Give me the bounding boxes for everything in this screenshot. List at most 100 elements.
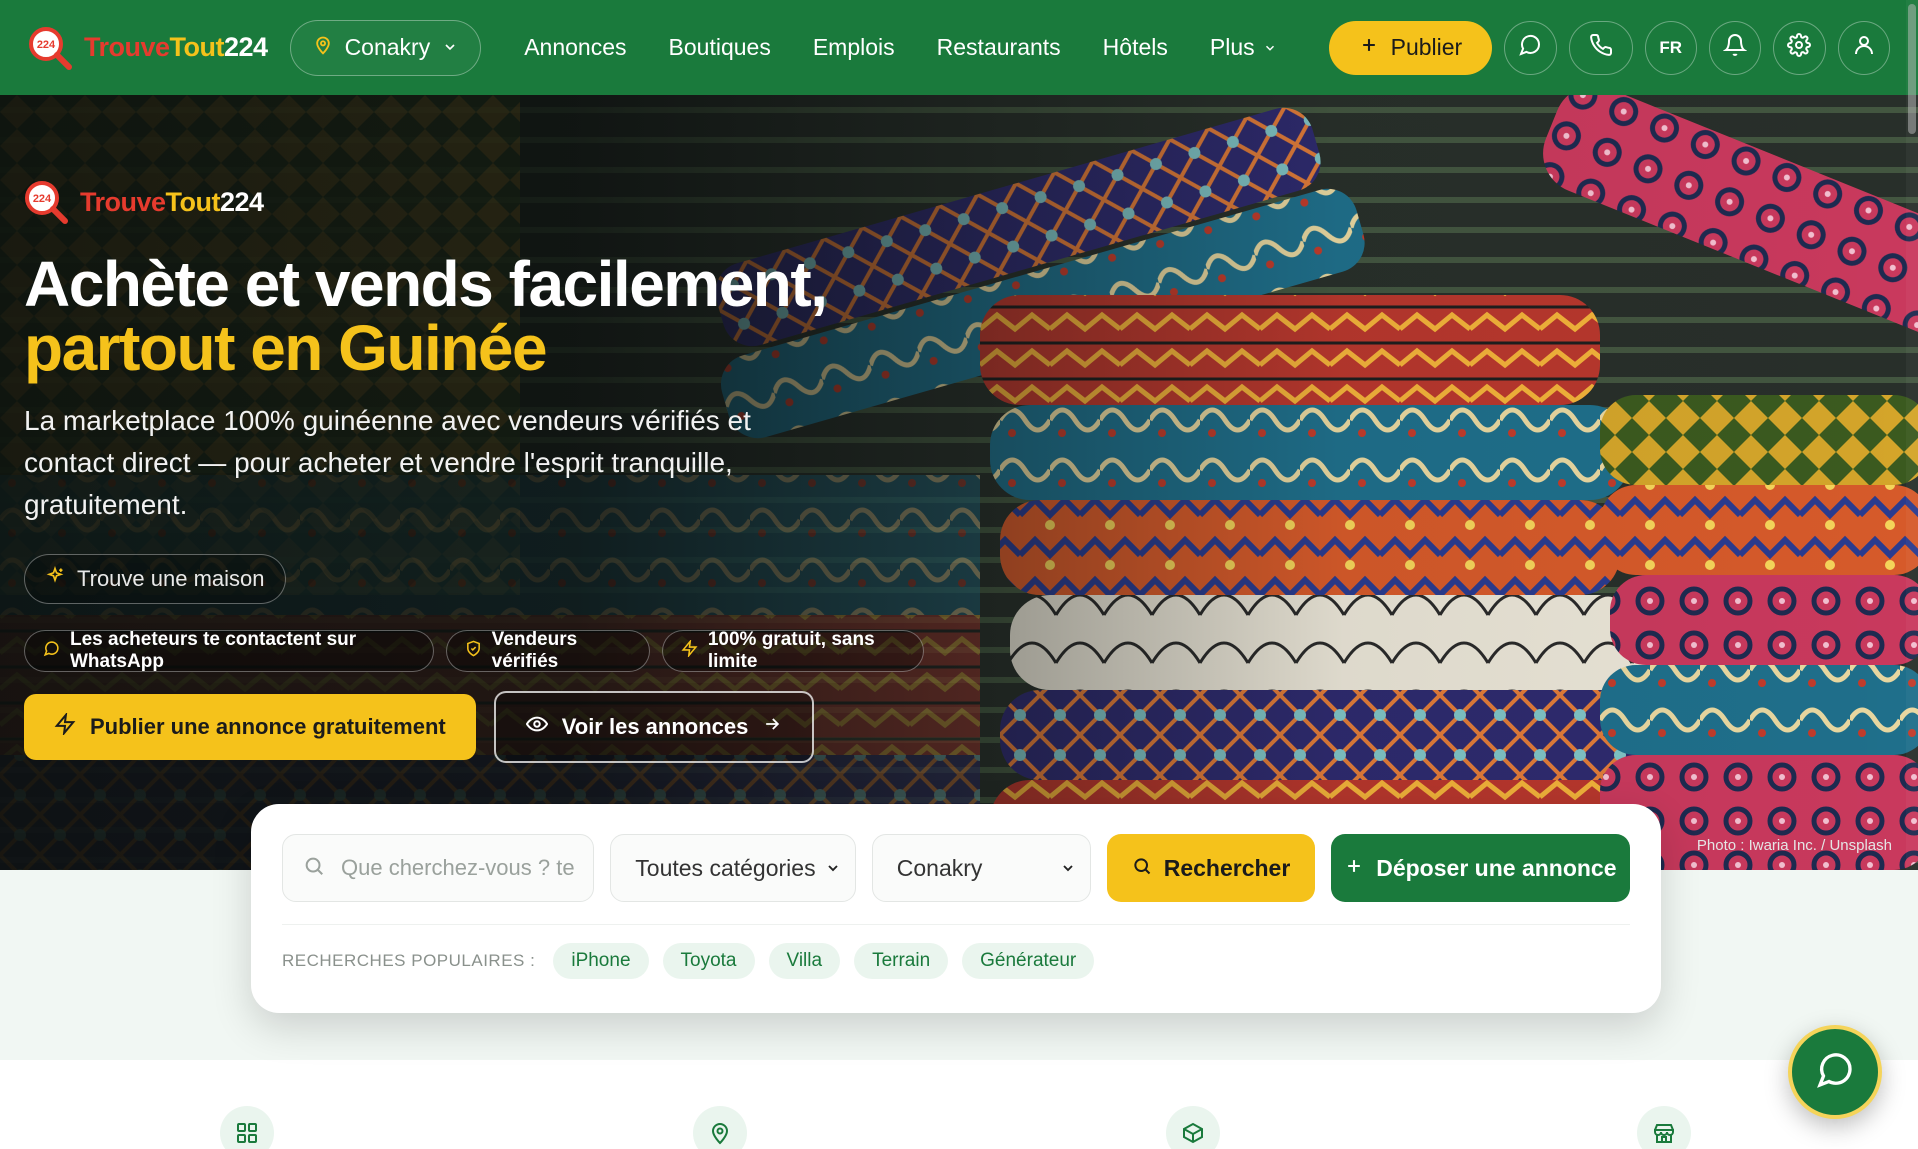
popular-chip-terrain[interactable]: Terrain — [854, 943, 949, 979]
city-select-value: Conakry — [896, 854, 983, 881]
search-row: Que cherchez-vous ? te Toutes catégories… — [282, 834, 1630, 902]
badge-free: 100% gratuit, sans limite — [661, 629, 925, 672]
city-selector[interactable]: Conakry — [289, 19, 482, 76]
account-button[interactable] — [1837, 20, 1891, 75]
search-card: Que cherchez-vous ? te Toutes catégories… — [251, 804, 1661, 1013]
hero-section: 224 TrouveTout224 Achète et vends facile… — [0, 95, 1918, 870]
nav-link-annonces[interactable]: Annonces — [524, 34, 626, 61]
scrollbar-thumb[interactable] — [1908, 4, 1916, 134]
hero-logo: 224 TrouveTout224 — [24, 180, 924, 224]
badge-verified-sellers: Vendeurs vérifiés — [445, 629, 650, 672]
city-selector-label: Conakry — [344, 34, 431, 60]
popular-chip-generateur[interactable]: Générateur — [962, 943, 1095, 979]
hero-content: 224 TrouveTout224 Achète et vends facile… — [24, 180, 925, 763]
badge-label: 100% gratuit, sans limite — [707, 629, 875, 672]
nav-link-boutiques[interactable]: Boutiques — [669, 34, 771, 61]
popular-chip-villa[interactable]: Villa — [768, 943, 841, 979]
nav-link-hotels[interactable]: Hôtels — [1103, 34, 1168, 61]
features-section — [0, 1060, 1918, 1149]
popular-chip-iphone[interactable]: iPhone — [553, 943, 649, 979]
search-icon — [303, 855, 325, 882]
publish-button[interactable]: Publier — [1328, 20, 1493, 75]
publish-free-ad-button[interactable]: Publier une annonce gratuitement — [24, 694, 476, 760]
popular-chip-toyota[interactable]: Toyota — [662, 943, 755, 979]
main-nav: Annonces Boutiques Emplois Restaurants H… — [524, 34, 1276, 61]
messages-button[interactable] — [1504, 20, 1557, 75]
hero-cta-row: Publier une annonce gratuitement Voir le… — [24, 691, 924, 763]
page-scrollbar[interactable] — [1906, 0, 1918, 1149]
store-icon — [1637, 1106, 1691, 1149]
chevron-down-icon — [1060, 855, 1076, 882]
user-icon — [1852, 33, 1876, 62]
chevron-down-icon — [442, 34, 458, 61]
badge-whatsapp: Les acheteurs te contactent sur WhatsApp — [24, 629, 434, 672]
publish-button-label: Publier — [1390, 34, 1463, 60]
chevron-down-icon — [825, 855, 841, 882]
typing-hint-text: Trouve une maison — [77, 566, 265, 591]
eye-icon — [525, 713, 548, 741]
top-navbar: 224 TrouveTout224 Conakry Annonces Bouti… — [0, 0, 1918, 95]
chat-bubble-icon — [1815, 1050, 1855, 1095]
publish-free-ad-label: Publier une annonce gratuitement — [90, 714, 446, 739]
package-icon — [1166, 1106, 1220, 1149]
map-pin-icon — [313, 34, 333, 61]
hero-headline-line2: partout en Guinée — [24, 312, 548, 384]
language-label: FR — [1659, 37, 1683, 57]
magnifier-logo-icon: 224 — [28, 26, 72, 70]
hero-headline-line1: Achète et vends facilement, — [24, 248, 828, 320]
plus-icon — [1359, 34, 1379, 61]
nav-more-label: Plus — [1209, 34, 1255, 60]
magnifier-logo-icon: 224 — [24, 180, 68, 224]
plus-icon — [1344, 855, 1364, 882]
bell-icon — [1722, 33, 1748, 62]
popular-searches: RECHERCHES POPULAIRES : iPhone Toyota Vi… — [282, 943, 1630, 979]
hero-typing-hint[interactable]: Trouve une maison — [24, 554, 286, 604]
chat-bubble-icon — [43, 640, 60, 663]
search-icon — [1132, 855, 1152, 882]
gear-icon — [1787, 33, 1812, 62]
photo-credit: Photo : Iwaria Inc. / Unsplash — [1696, 837, 1892, 854]
deposit-ad-label: Déposer une annonce — [1376, 854, 1617, 881]
badge-label: Vendeurs vérifiés — [491, 629, 578, 672]
hero-logo-wordmark: TrouveTout224 — [80, 186, 264, 217]
search-button[interactable]: Rechercher — [1107, 834, 1315, 902]
call-button[interactable] — [1568, 20, 1633, 75]
lightning-icon — [681, 638, 698, 663]
chevron-down-icon — [1263, 34, 1277, 61]
popular-searches-label: RECHERCHES POPULAIRES : — [282, 951, 536, 970]
svg-text:224: 224 — [33, 193, 52, 205]
city-select[interactable]: Conakry — [871, 834, 1092, 902]
category-select[interactable]: Toutes catégories — [610, 834, 856, 902]
search-placeholder: Que cherchez-vous ? te — [341, 855, 575, 880]
floating-chat-button[interactable] — [1788, 1025, 1882, 1119]
hero-badges: Les acheteurs te contactent sur WhatsApp… — [24, 629, 925, 672]
nav-link-more[interactable]: Plus — [1210, 34, 1277, 61]
logo-wordmark: TrouveTout224 — [84, 32, 268, 62]
search-button-label: Rechercher — [1163, 854, 1291, 881]
view-ads-button[interactable]: Voir les annonces — [493, 691, 815, 763]
nav-link-restaurants[interactable]: Restaurants — [937, 34, 1061, 61]
settings-button[interactable] — [1773, 20, 1826, 75]
search-divider — [282, 924, 1630, 925]
view-ads-label: Voir les annonces — [561, 714, 749, 739]
nav-link-emplois[interactable]: Emplois — [813, 34, 895, 61]
language-button[interactable]: FR — [1644, 20, 1697, 75]
hero-subtitle: La marketplace 100% guinéenne avec vende… — [24, 405, 751, 520]
deposit-ad-button[interactable]: Déposer une annonce — [1330, 834, 1630, 902]
chat-bubble-icon — [1518, 33, 1542, 62]
notifications-button[interactable] — [1708, 20, 1762, 75]
lightning-icon — [54, 711, 76, 741]
search-input[interactable]: Que cherchez-vous ? te — [282, 834, 595, 902]
badge-label: Les acheteurs te contactent sur WhatsApp — [70, 629, 357, 672]
page: 224 TrouveTout224 Conakry Annonces Bouti… — [0, 0, 1918, 1149]
site-logo[interactable]: 224 TrouveTout224 — [28, 26, 268, 70]
shield-check-icon — [465, 640, 482, 663]
category-select-value: Toutes catégories — [635, 854, 816, 881]
svg-text:224: 224 — [37, 39, 56, 51]
phone-icon — [1589, 33, 1613, 62]
map-pin-icon — [693, 1106, 747, 1149]
hero-headline: Achète et vends facilement, partout en G… — [24, 252, 924, 380]
arrow-right-icon — [762, 714, 782, 740]
grid-icon — [220, 1106, 274, 1149]
sparkle-icon — [45, 565, 65, 592]
